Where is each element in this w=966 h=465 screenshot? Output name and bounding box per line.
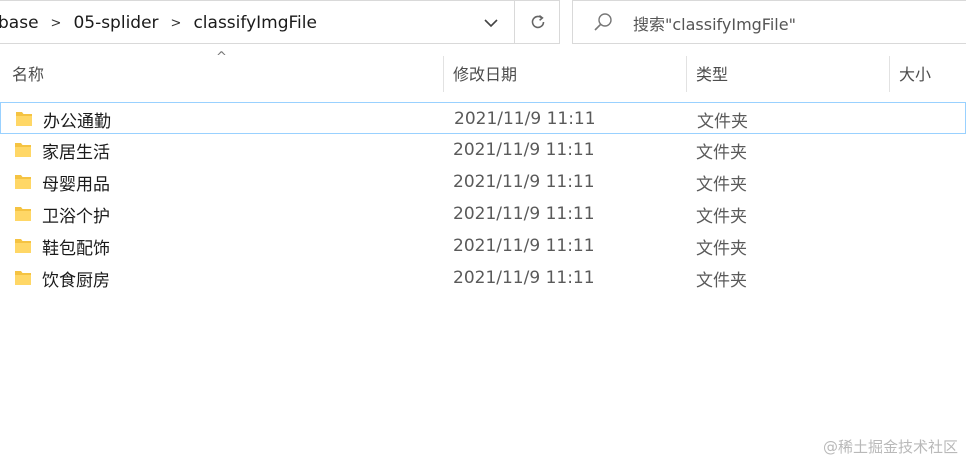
column-divider[interactable] (889, 56, 890, 92)
file-row[interactable]: 饮食厨房 2021/11/9 11:11 文件夹 (0, 262, 966, 294)
column-header-row: ^ 名称 修改日期 类型 大小 (0, 46, 966, 100)
file-name[interactable]: 家居生活 (42, 134, 110, 166)
folder-icon (15, 143, 31, 157)
folder-icon (15, 271, 31, 285)
breadcrumb-item-base[interactable]: base (0, 13, 43, 33)
file-type: 文件夹 (697, 111, 748, 132)
file-date: 2021/11/9 11:11 (453, 236, 595, 256)
search-box[interactable]: 搜索"classifyImgFile" (572, 0, 966, 44)
address-bar[interactable]: base > 05-splider > classifyImgFile (0, 0, 560, 44)
refresh-button[interactable] (514, 0, 560, 44)
file-row[interactable]: 母婴用品 2021/11/9 11:11 文件夹 (0, 166, 966, 198)
file-type: 文件夹 (696, 270, 747, 291)
folder-icon (16, 112, 32, 126)
file-date: 2021/11/9 11:11 (454, 109, 596, 129)
column-divider[interactable] (686, 56, 687, 92)
file-date: 2021/11/9 11:11 (453, 268, 595, 288)
file-date: 2021/11/9 11:11 (453, 172, 595, 192)
file-date: 2021/11/9 11:11 (453, 204, 595, 224)
file-list: 办公通勤 2021/11/9 11:11 文件夹 家居生活 2021/11/9 … (0, 102, 966, 294)
file-type: 文件夹 (696, 238, 747, 259)
column-header-type[interactable]: 类型 (696, 58, 728, 88)
column-header-name[interactable]: 名称 (12, 58, 44, 88)
navigation-bar: base > 05-splider > classifyImgFile 搜索"c… (0, 0, 966, 46)
breadcrumb-item-classifyimgfile[interactable]: classifyImgFile (189, 13, 320, 33)
search-input[interactable]: 搜索"classifyImgFile" (633, 1, 796, 45)
file-row[interactable]: 鞋包配饰 2021/11/9 11:11 文件夹 (0, 230, 966, 262)
column-header-date[interactable]: 修改日期 (453, 58, 517, 88)
file-name[interactable]: 饮食厨房 (42, 262, 110, 294)
file-name[interactable]: 母婴用品 (42, 166, 110, 198)
file-name[interactable]: 办公通勤 (43, 103, 111, 135)
folder-icon (15, 175, 31, 189)
search-icon (594, 13, 612, 31)
file-type: 文件夹 (696, 142, 747, 163)
watermark: @稀土掘金技术社区 (822, 438, 958, 456)
file-row[interactable]: 家居生活 2021/11/9 11:11 文件夹 (0, 134, 966, 166)
breadcrumb-separator[interactable]: > (163, 16, 190, 31)
address-history-dropdown[interactable] (470, 1, 512, 45)
folder-icon (15, 239, 31, 253)
column-divider[interactable] (443, 56, 444, 92)
sort-ascending-icon: ^ (216, 50, 227, 65)
refresh-icon (531, 14, 544, 29)
breadcrumb-item-05-splider[interactable]: 05-splider (69, 13, 162, 33)
file-row[interactable]: 卫浴个护 2021/11/9 11:11 文件夹 (0, 198, 966, 230)
file-name[interactable]: 鞋包配饰 (42, 230, 110, 262)
file-date: 2021/11/9 11:11 (453, 140, 595, 160)
folder-icon (15, 207, 31, 221)
file-row[interactable]: 办公通勤 2021/11/9 11:11 文件夹 (0, 102, 966, 134)
column-header-size[interactable]: 大小 (899, 58, 931, 88)
file-type: 文件夹 (696, 206, 747, 227)
file-type: 文件夹 (696, 174, 747, 195)
breadcrumb-separator[interactable]: > (43, 16, 70, 31)
breadcrumb: base > 05-splider > classifyImgFile (0, 1, 321, 45)
file-name[interactable]: 卫浴个护 (42, 198, 110, 230)
chevron-down-icon (484, 18, 498, 27)
